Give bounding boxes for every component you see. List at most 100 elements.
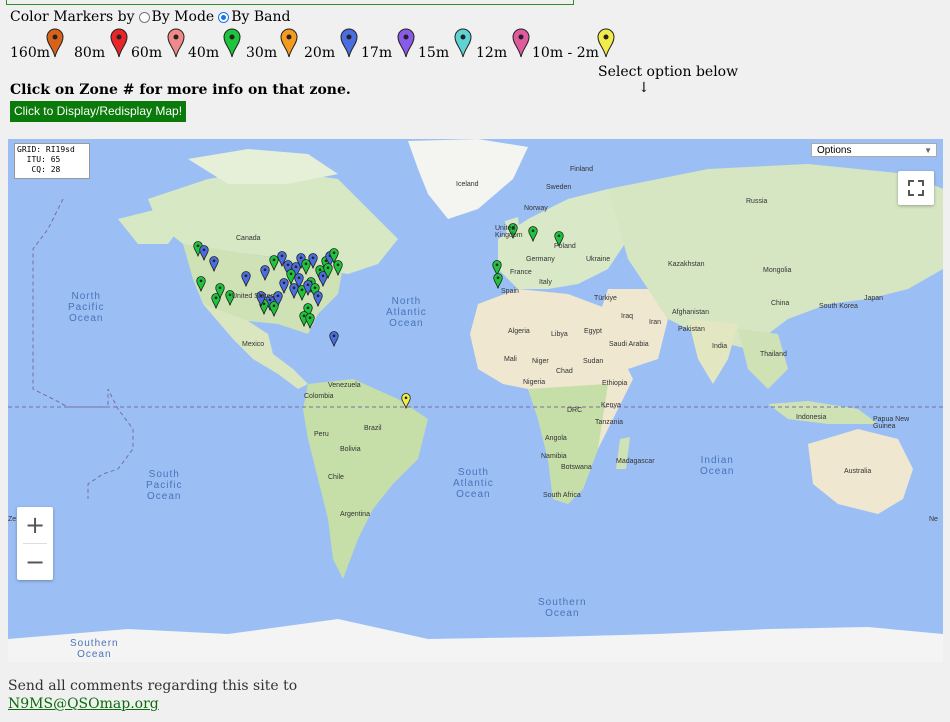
place-label-angola: Angola — [545, 435, 567, 442]
band-label: 60m — [131, 45, 163, 61]
map-pin-icon — [110, 28, 128, 58]
dropdown-caret-icon: ▼ — [924, 146, 932, 155]
map-pin-icon — [223, 28, 241, 58]
by-mode-radio[interactable]: By Mode — [138, 9, 215, 25]
place-label-iraq: Iraq — [621, 313, 634, 320]
place-label-turkiye: Türkiye — [594, 295, 617, 302]
band-label: 160m — [10, 45, 50, 61]
place-label-india: India — [712, 343, 728, 350]
place-label-peru: Peru — [314, 431, 329, 438]
by-band-radio[interactable]: By Band — [218, 9, 290, 25]
map-pin-icon — [340, 28, 358, 58]
place-label-canada: Canada — [236, 235, 261, 242]
place-label-saudi-arabia: Saudi Arabia — [609, 341, 649, 348]
radio-circle[interactable] — [138, 11, 150, 23]
zoom-control: + − — [17, 507, 53, 580]
place-label-spain: Spain — [501, 288, 519, 295]
place-label-mexico: Mexico — [242, 341, 265, 348]
map-pin-icon — [46, 28, 64, 58]
place-label-venezuela: Venezuela — [328, 382, 361, 389]
display-map-button[interactable]: Click to Display/Redisplay Map! — [10, 101, 186, 122]
place-label-japan: Japan — [864, 295, 884, 302]
place-label-brazil: Brazil — [364, 425, 382, 432]
place-label-namibia: Namibia — [541, 453, 567, 460]
qso-marker[interactable] — [401, 393, 411, 409]
place-label-ukraine: Ukraine — [586, 256, 611, 263]
place-label-south-africa: South Africa — [543, 492, 581, 499]
footer-comments-text: Send all comments regarding this site to — [8, 678, 298, 694]
place-label-finland: Finland — [570, 166, 593, 173]
top-frame — [6, 0, 574, 5]
place-label-bolivia: Bolivia — [340, 446, 361, 453]
fullscreen-button[interactable] — [898, 171, 934, 205]
place-label-russia: Russia — [746, 198, 768, 205]
place-label-madagascar: Madagascar — [616, 458, 655, 465]
radio-circle-checked[interactable] — [218, 11, 230, 23]
band-label: 17m — [361, 45, 393, 61]
place-label-ze-right: Ne — [929, 516, 938, 523]
place-label-libya: Libya — [551, 331, 568, 338]
indian-ocean-label: Indian Ocean — [700, 455, 735, 477]
qso-marker[interactable] — [323, 263, 333, 279]
zoom-in-button[interactable]: + — [17, 507, 53, 543]
place-label-colombia: Colombia — [304, 393, 334, 400]
down-arrow-icon: ↓ — [638, 80, 650, 96]
place-label-algeria: Algeria — [508, 328, 530, 335]
qso-marker[interactable] — [241, 271, 251, 287]
qso-marker[interactable] — [196, 276, 206, 292]
band-label: 30m — [246, 45, 278, 61]
map-land-layer — [8, 139, 943, 662]
map-pin-icon — [167, 28, 185, 58]
footer-email-link[interactable]: N9MS@QSOmap.org — [8, 696, 159, 712]
place-label-kenya: Kenya — [601, 402, 621, 409]
qso-marker[interactable] — [209, 256, 219, 272]
options-select[interactable]: Options ▼ — [811, 143, 937, 157]
place-label-iran: Iran — [649, 319, 662, 326]
qso-marker[interactable] — [528, 226, 538, 242]
place-label-united-states: United States — [232, 293, 275, 300]
place-label-thailand: Thailand — [760, 351, 787, 358]
place-label-pakistan: Pakistan — [678, 326, 705, 333]
place-label-south-korea: South Korea — [819, 303, 858, 310]
place-label-ze-left: Ze — [8, 516, 17, 523]
band-label: 15m — [418, 45, 450, 61]
band-label: 12m — [476, 45, 508, 61]
north-atlantic-label: North Atlantic Ocean — [386, 296, 427, 329]
place-label-ethiopia: Ethiopia — [602, 380, 628, 387]
place-label-mali: Mali — [504, 356, 517, 363]
band-label: 20m — [304, 45, 336, 61]
by-mode-label: By Mode — [151, 9, 215, 25]
place-label-italy: Italy — [539, 279, 552, 286]
place-label-poland: Poland — [554, 243, 576, 250]
map-pin-icon — [280, 28, 298, 58]
fullscreen-icon — [908, 180, 924, 196]
southern-ocean-label: Southern Ocean — [538, 597, 587, 619]
place-label-kazakhstan: Kazakhstan — [668, 261, 705, 268]
band-label: 10m - 2m — [532, 45, 599, 61]
qso-marker[interactable] — [269, 301, 279, 317]
south-atlantic-label: South Atlantic Ocean — [453, 467, 494, 500]
place-label-germany: Germany — [526, 256, 555, 263]
qso-marker[interactable] — [333, 260, 343, 276]
place-label-indonesia: Indonesia — [796, 414, 827, 421]
qso-marker[interactable] — [493, 273, 503, 289]
place-label-mongolia: Mongolia — [763, 267, 792, 274]
place-label-australia: Australia — [844, 468, 872, 475]
place-label-iceland: Iceland — [456, 181, 479, 188]
place-label-norway: Norway — [524, 205, 548, 212]
qso-marker[interactable] — [199, 245, 209, 261]
place-label-tanzania: Tanzania — [595, 419, 624, 426]
qso-marker[interactable] — [329, 331, 339, 347]
qso-marker[interactable] — [305, 313, 315, 329]
place-label-niger: Niger — [532, 358, 549, 365]
place-label-chile: Chile — [328, 474, 344, 481]
world-map[interactable]: GRID: RI19sd ITU: 65 CQ: 28 Options ▼ + … — [8, 139, 943, 662]
qso-marker[interactable] — [215, 283, 225, 299]
place-label-afghanistan: Afghanistan — [672, 309, 709, 316]
zoom-out-button[interactable]: − — [17, 544, 53, 580]
place-label-drc: DRC — [567, 407, 583, 414]
place-label-argentina: Argentina — [340, 511, 370, 518]
qso-marker[interactable] — [313, 291, 323, 307]
place-label-egypt: Egypt — [584, 328, 602, 335]
select-option-note: Select option below — [598, 64, 739, 80]
